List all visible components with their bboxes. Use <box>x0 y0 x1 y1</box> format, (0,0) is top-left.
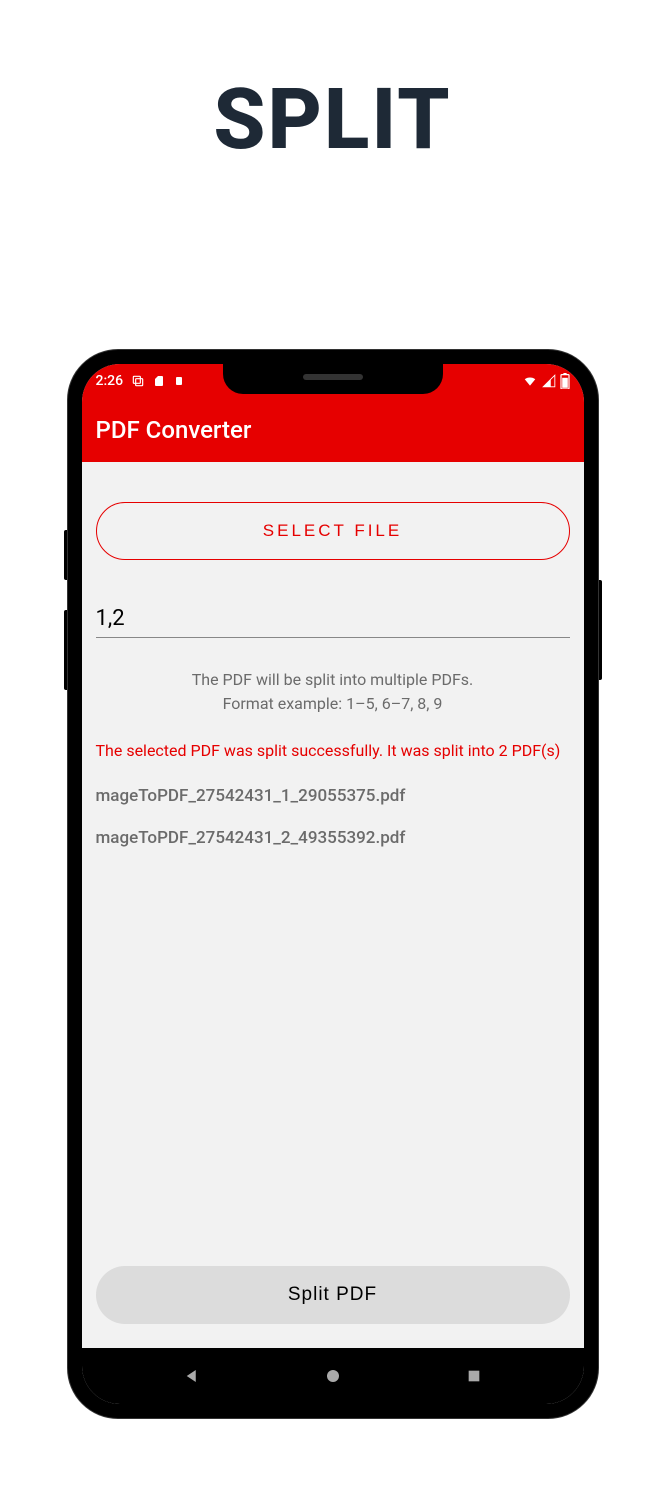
split-pdf-button[interactable]: Split PDF <box>96 1266 570 1324</box>
success-message: The selected PDF was split successfully.… <box>96 740 570 762</box>
phone-notch <box>223 364 443 394</box>
sd-card-icon <box>153 374 165 388</box>
wifi-icon <box>522 374 538 388</box>
signal-icon <box>542 374 556 388</box>
status-time: 2:26 <box>96 373 124 389</box>
output-file-item[interactable]: mageToPDF_27542431_2_49355392.pdf <box>96 828 570 848</box>
phone-mockup: 2:26 <box>68 350 598 1418</box>
app-title: PDF Converter <box>96 416 252 444</box>
android-nav-bar <box>82 1348 584 1404</box>
recents-button[interactable] <box>466 1368 482 1384</box>
copy-icon <box>131 374 145 388</box>
main-content: SELECT FILE The PDF will be split into m… <box>82 462 584 1344</box>
phone-screen: 2:26 <box>82 364 584 1404</box>
battery-icon <box>560 373 570 389</box>
select-file-button[interactable]: SELECT FILE <box>96 502 570 560</box>
back-button[interactable] <box>183 1367 201 1385</box>
output-file-item[interactable]: mageToPDF_27542431_1_29055375.pdf <box>96 786 570 806</box>
page-range-input[interactable] <box>96 600 570 638</box>
promo-title: SPLIT <box>0 70 665 169</box>
home-button[interactable] <box>324 1367 342 1385</box>
app-header: PDF Converter <box>82 398 584 462</box>
phone-side-button <box>598 580 602 680</box>
phone-frame: 2:26 <box>68 350 598 1418</box>
usb-icon <box>173 374 185 388</box>
format-hint: The PDF will be split into multiple PDFs… <box>96 668 570 716</box>
